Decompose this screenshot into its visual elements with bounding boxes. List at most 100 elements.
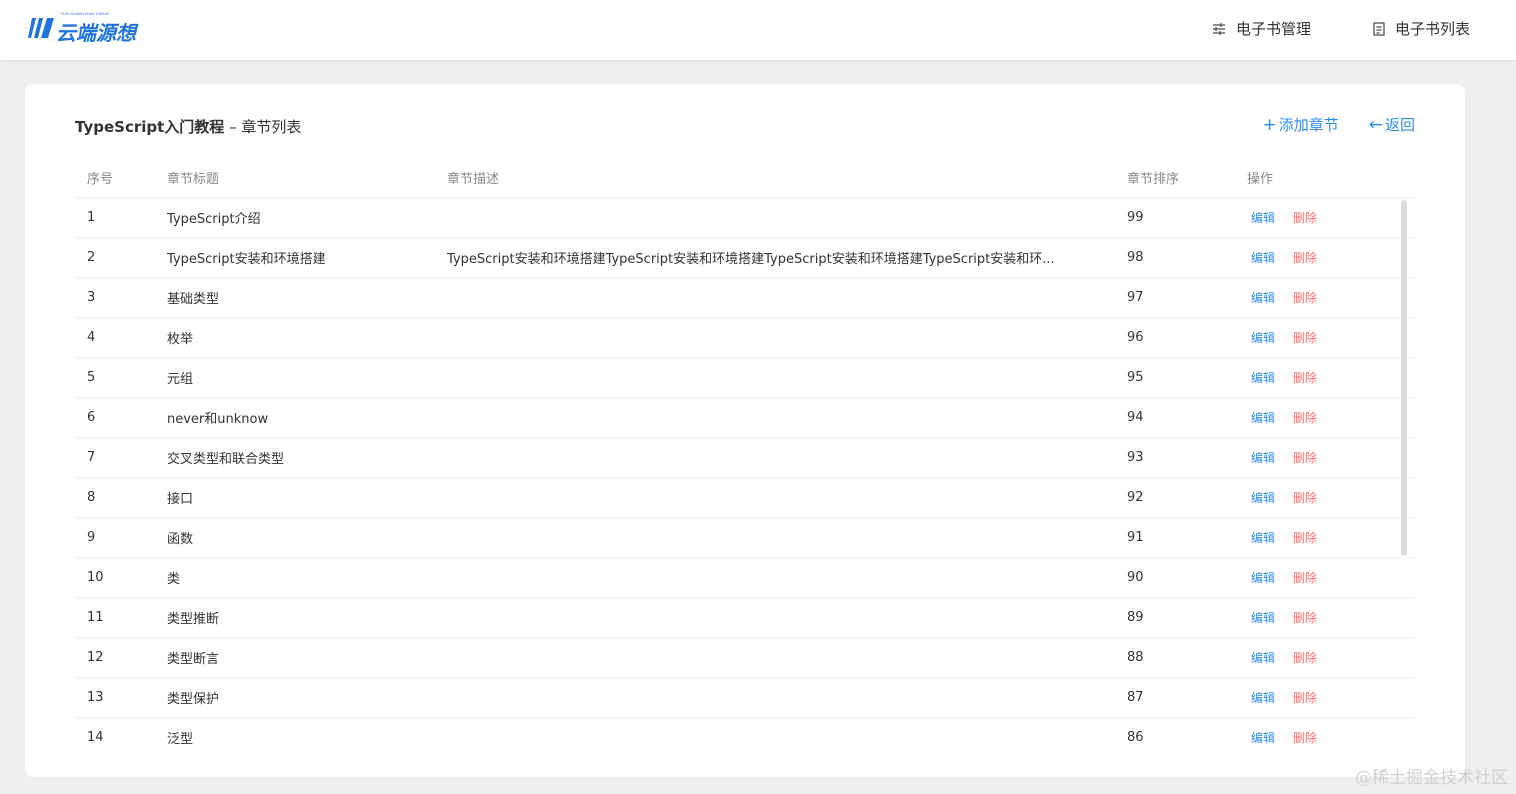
cell-title: 接口	[167, 492, 194, 507]
plus-icon: +	[1262, 114, 1277, 135]
edit-button[interactable]: 编辑	[1251, 689, 1275, 706]
chapter-table: 序号 章节标题 章节描述 章节排序 操作 1 TypeScript介绍 99 编辑 删除…	[75, 158, 1415, 747]
cell-sort: 93	[1127, 450, 1144, 465]
cell-no: 9	[87, 530, 96, 545]
delete-button[interactable]: 删除	[1293, 249, 1317, 266]
delete-button[interactable]: 删除	[1293, 569, 1317, 586]
title-separator: –	[224, 118, 242, 136]
cell-title: 类	[167, 572, 181, 587]
cell-actions: 编辑 删除	[1235, 569, 1415, 586]
book-name: TypeScript入门教程	[75, 118, 225, 136]
table-row: 4 枚举 96 编辑 删除	[75, 318, 1415, 358]
logo[interactable]: YUN DUANYUAN XIANG 云端源想	[28, 10, 136, 45]
card-actions: + 添加章节 ← 返回	[1232, 114, 1415, 135]
cell-title: 类型推断	[167, 612, 220, 627]
cell-actions: 编辑 删除	[1235, 729, 1415, 746]
delete-button[interactable]: 删除	[1293, 449, 1317, 466]
cell-actions: 编辑 删除	[1235, 529, 1415, 546]
table-row: 12 类型断言 88 编辑 删除	[75, 638, 1415, 678]
cell-sort: 95	[1127, 370, 1144, 385]
cell-sort: 90	[1127, 570, 1144, 585]
cell-title: 类型断言	[167, 652, 220, 667]
page-title: TypeScript入门教程 – 章节列表	[75, 116, 301, 137]
edit-button[interactable]: 编辑	[1251, 209, 1275, 226]
cell-no: 13	[87, 690, 104, 705]
delete-button[interactable]: 删除	[1293, 489, 1317, 506]
cell-sort: 98	[1127, 250, 1144, 265]
header-title: 章节标题	[167, 172, 220, 187]
table-row: 13 类型保护 87 编辑 删除	[75, 678, 1415, 718]
edit-button[interactable]: 编辑	[1251, 489, 1275, 506]
cell-actions: 编辑 删除	[1235, 409, 1415, 426]
cell-desc: TypeScript安装和环境搭建TypeScript安装和环境搭建TypeSc…	[447, 252, 1055, 267]
delete-button[interactable]: 删除	[1293, 369, 1317, 386]
edit-button[interactable]: 编辑	[1251, 329, 1275, 346]
delete-button[interactable]: 删除	[1293, 529, 1317, 546]
table-row: 10 类 90 编辑 删除	[75, 558, 1415, 598]
cell-title: 泛型	[167, 732, 194, 746]
cell-sort: 96	[1127, 330, 1144, 345]
table-body[interactable]: 1 TypeScript介绍 99 编辑 删除 2 TypeScript安装和环境搭建 Typ…	[75, 198, 1415, 746]
logo-mark-icon	[28, 18, 54, 38]
logo-text: 云端源想	[56, 20, 136, 45]
delete-button[interactable]: 删除	[1293, 609, 1317, 626]
back-label: 返回	[1384, 116, 1415, 134]
edit-button[interactable]: 编辑	[1251, 729, 1275, 746]
edit-button[interactable]: 编辑	[1251, 409, 1275, 426]
cell-sort: 89	[1127, 610, 1144, 625]
cell-no: 1	[87, 210, 96, 225]
cell-no: 6	[87, 410, 96, 425]
delete-button[interactable]: 删除	[1293, 329, 1317, 346]
cell-title: 函数	[167, 532, 194, 547]
delete-button[interactable]: 删除	[1293, 289, 1317, 306]
edit-button[interactable]: 编辑	[1251, 609, 1275, 626]
nav-ebook-list[interactable]: 电子书列表	[1373, 18, 1470, 39]
delete-button[interactable]: 删除	[1293, 689, 1317, 706]
table-row: 9 函数 91 编辑 删除	[75, 518, 1415, 558]
logo-subtitle: YUN DUANYUAN XIANG	[60, 10, 110, 16]
cell-sort: 97	[1127, 290, 1144, 305]
header-desc: 章节描述	[447, 172, 500, 187]
delete-button[interactable]: 删除	[1293, 649, 1317, 666]
cell-no: 11	[87, 610, 104, 625]
edit-button[interactable]: 编辑	[1251, 449, 1275, 466]
cell-actions: 编辑 删除	[1235, 369, 1415, 386]
cell-no: 7	[87, 450, 96, 465]
edit-button[interactable]: 编辑	[1251, 569, 1275, 586]
table-row: 5 元组 95 编辑 删除	[75, 358, 1415, 398]
cell-no: 10	[87, 570, 104, 585]
arrow-left-icon: ←	[1368, 114, 1383, 135]
cell-title: 元组	[167, 372, 194, 387]
cell-actions: 编辑 删除	[1235, 249, 1415, 266]
back-button[interactable]: ← 返回	[1369, 114, 1415, 135]
cell-title: 枚举	[167, 332, 194, 347]
table-row: 3 基础类型 97 编辑 删除	[75, 278, 1415, 318]
cell-actions: 编辑 删除	[1235, 449, 1415, 466]
cell-sort: 86	[1127, 730, 1144, 745]
edit-button[interactable]: 编辑	[1251, 529, 1275, 546]
edit-button[interactable]: 编辑	[1251, 289, 1275, 306]
table-scrollbar[interactable]	[1401, 200, 1407, 556]
add-chapter-button[interactable]: + 添加章节	[1262, 114, 1338, 135]
edit-button[interactable]: 编辑	[1251, 249, 1275, 266]
delete-button[interactable]: 删除	[1293, 729, 1317, 746]
cell-no: 14	[87, 730, 104, 745]
delete-button[interactable]: 删除	[1293, 209, 1317, 226]
cell-title: 类型保护	[167, 692, 220, 707]
cell-no: 12	[87, 650, 104, 665]
add-chapter-label: 添加章节	[1278, 116, 1339, 134]
watermark: @稀土掘金技术社区	[1355, 768, 1508, 788]
table-row: 6 never和unknow 94 编辑 删除	[75, 398, 1415, 438]
cell-actions: 编辑 删除	[1235, 649, 1415, 666]
cell-title: TypeScript安装和环境搭建	[167, 252, 326, 267]
delete-button[interactable]: 删除	[1293, 409, 1317, 426]
edit-button[interactable]: 编辑	[1251, 649, 1275, 666]
cell-no: 5	[87, 370, 96, 385]
cell-sort: 88	[1127, 650, 1144, 665]
sliders-icon	[1212, 22, 1225, 35]
nav-label: 电子书管理	[1235, 20, 1311, 38]
edit-button[interactable]: 编辑	[1251, 369, 1275, 386]
nav-label: 电子书列表	[1394, 20, 1470, 38]
cell-title: 交叉类型和联合类型	[167, 452, 285, 467]
nav-ebook-management[interactable]: 电子书管理	[1212, 18, 1311, 39]
